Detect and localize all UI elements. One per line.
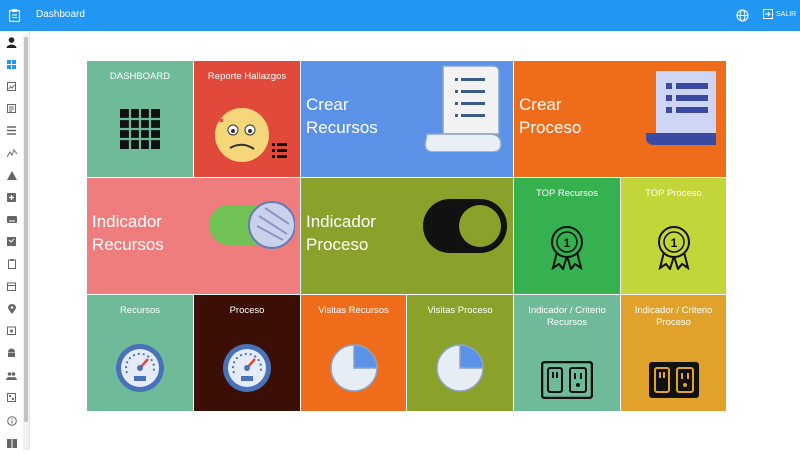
tile-indicador-proceso-line2: Proceso bbox=[306, 235, 369, 254]
android-icon[interactable] bbox=[4, 345, 19, 360]
pie-chart-icon bbox=[436, 344, 484, 392]
tile-reporte-hallazgos-label: Reporte Hallazgos bbox=[207, 71, 287, 82]
tile-top-recursos[interactable]: TOP Recursos 1 bbox=[514, 178, 620, 294]
tile-crear-recursos-line2: Recursos bbox=[306, 118, 378, 137]
keyboard-icon[interactable] bbox=[4, 212, 19, 227]
location-icon[interactable] bbox=[4, 301, 19, 316]
speedometer-icon bbox=[223, 344, 271, 392]
info-icon[interactable] bbox=[4, 413, 19, 428]
tile-crear-proceso-line2: Proceso bbox=[519, 118, 582, 137]
calendar-icon[interactable] bbox=[4, 279, 19, 294]
book-icon[interactable] bbox=[4, 436, 19, 451]
tile-crear-recursos[interactable]: Crear Recursos bbox=[301, 61, 513, 177]
power-outlet-icon bbox=[541, 361, 593, 399]
tile-crear-proceso-line1: Crear bbox=[519, 95, 562, 114]
tile-visitas-proceso[interactable]: Visitas Proceso bbox=[407, 295, 513, 411]
chart-line-icon[interactable] bbox=[4, 146, 19, 161]
logout-icon bbox=[763, 9, 773, 19]
pie-chart-icon bbox=[330, 344, 378, 392]
tile-dashboard-label: DASHBOARD bbox=[109, 71, 171, 82]
logout-button[interactable]: SALIR bbox=[763, 9, 796, 19]
speedometer-icon bbox=[116, 344, 164, 392]
tile-indicador-criterio-proceso-line2: Proceso bbox=[656, 317, 691, 328]
document-list-icon bbox=[646, 71, 716, 145]
tile-top-recursos-label: TOP Recursos bbox=[536, 188, 598, 199]
power-outlet-icon bbox=[649, 362, 699, 398]
tile-visitas-proceso-label: Visitas Proceso bbox=[427, 305, 493, 316]
page-title: Dashboard bbox=[36, 9, 85, 20]
svg-text:1: 1 bbox=[671, 236, 678, 250]
tile-indicador-criterio-recursos[interactable]: Indicador / Criterio Recursos bbox=[514, 295, 620, 411]
sidebar-scrollbar-thumb[interactable] bbox=[24, 37, 28, 422]
tile-recursos-label: Recursos bbox=[119, 305, 161, 316]
tile-proceso[interactable]: Proceso bbox=[194, 295, 300, 411]
tile-indicador-recursos-line2: Recursos bbox=[92, 235, 164, 254]
tile-indicador-criterio-proceso[interactable]: Indicador / Criterio Proceso bbox=[621, 295, 726, 411]
qr-icon[interactable] bbox=[4, 390, 19, 405]
tile-recursos[interactable]: Recursos bbox=[87, 295, 193, 411]
tile-indicador-proceso[interactable]: Indicador Proceso bbox=[301, 178, 513, 294]
tile-indicador-criterio-recursos-line2: Recursos bbox=[546, 317, 588, 328]
sidebar bbox=[0, 31, 30, 450]
tile-dashboard[interactable]: DASHBOARD bbox=[87, 61, 193, 177]
tile-reporte-hallazgos[interactable]: Reporte Hallazgos ? bbox=[194, 61, 300, 177]
toggle-on-icon bbox=[209, 201, 295, 249]
tile-indicador-recursos[interactable]: Indicador Recursos bbox=[87, 178, 300, 294]
document-icon[interactable] bbox=[4, 101, 19, 116]
svg-text:1: 1 bbox=[564, 236, 571, 250]
tile-top-proceso-label: TOP Proceso bbox=[645, 188, 702, 199]
clipboard-app-icon[interactable] bbox=[0, 0, 29, 31]
tile-indicador-proceso-line1: Indicador bbox=[306, 212, 376, 231]
dashboard-icon[interactable] bbox=[4, 57, 19, 72]
receipt-scroll-icon bbox=[424, 65, 502, 152]
tile-visitas-recursos-label: Visitas Recursos bbox=[318, 305, 389, 316]
grid-icon bbox=[120, 109, 160, 149]
globe-icon[interactable] bbox=[736, 9, 749, 22]
tile-visitas-recursos[interactable]: Visitas Recursos bbox=[301, 295, 406, 411]
tile-top-proceso[interactable]: TOP Proceso 1 bbox=[621, 178, 726, 294]
warning-icon[interactable] bbox=[4, 168, 19, 183]
dashboard-grid: DASHBOARD Reporte Hallazgos ? Crear Recu… bbox=[87, 61, 726, 411]
confused-face-icon: ? bbox=[214, 98, 287, 162]
people-icon[interactable] bbox=[4, 368, 19, 383]
tile-crear-recursos-line1: Crear bbox=[306, 95, 349, 114]
assignment-icon[interactable] bbox=[4, 234, 19, 249]
list-icon[interactable] bbox=[4, 123, 19, 138]
clipboard-icon[interactable] bbox=[4, 256, 19, 271]
add-box-icon[interactable] bbox=[4, 190, 19, 205]
event-icon[interactable] bbox=[4, 323, 19, 338]
svg-text:?: ? bbox=[214, 98, 230, 128]
image-icon[interactable] bbox=[4, 79, 19, 94]
medal-icon: 1 bbox=[658, 226, 690, 270]
tile-indicador-recursos-line1: Indicador bbox=[92, 212, 162, 231]
user-icon[interactable] bbox=[4, 35, 19, 50]
logout-label: SALIR bbox=[776, 10, 797, 18]
tile-indicador-criterio-recursos-line1: Indicador / Criterio bbox=[528, 305, 606, 316]
toggle-switch-icon bbox=[423, 199, 507, 253]
tile-crear-proceso[interactable]: Crear Proceso bbox=[514, 61, 726, 177]
medal-icon: 1 bbox=[551, 226, 583, 270]
tile-indicador-criterio-proceso-line1: Indicador / Criterio bbox=[634, 305, 713, 316]
tile-proceso-label: Proceso bbox=[229, 305, 265, 316]
top-app-bar: Dashboard SALIR bbox=[0, 0, 800, 31]
